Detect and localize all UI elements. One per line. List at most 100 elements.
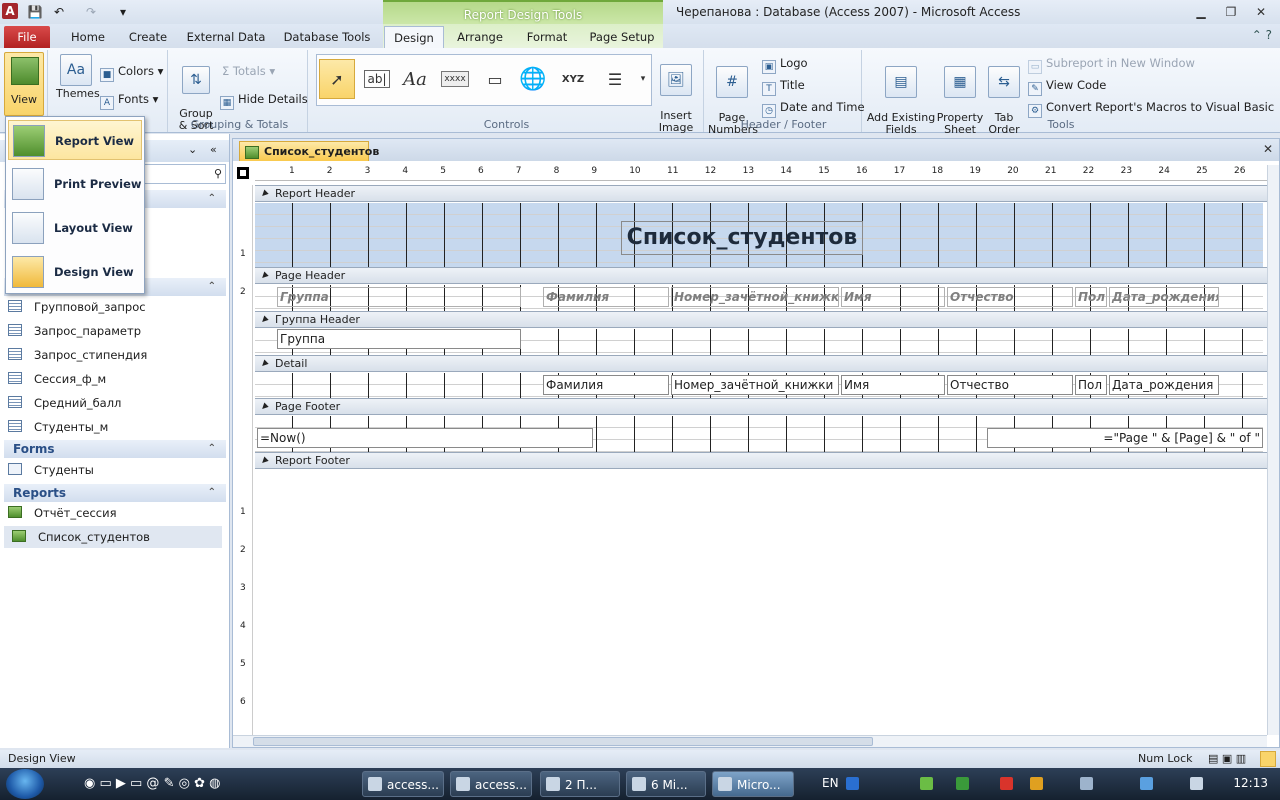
tray-icon[interactable] [1000,777,1013,790]
subreport-window-button[interactable]: ▭ Subreport in New Window [1028,54,1195,74]
nav-section-reports[interactable]: Reports ⌃ [4,484,226,502]
report-header-section[interactable]: Список_студентов [255,203,1263,267]
tab-page-setup[interactable]: Page Setup [586,26,658,48]
undo-icon[interactable]: ↶ [50,3,68,21]
textbox-control-icon[interactable]: ab| [359,59,395,99]
tab-arrange[interactable]: Arrange [450,26,510,48]
nav-item-query[interactable]: Групповой_запрос [8,296,146,318]
nav-item-report[interactable]: Отчёт_сессия [8,502,117,524]
select-pointer-icon[interactable]: ➚ [319,59,355,99]
help-tray-icon[interactable] [846,777,859,790]
tray-icon[interactable] [956,777,969,790]
menu-layout-view[interactable]: Layout View [8,208,142,248]
network-icon[interactable] [1140,777,1153,790]
tab-external-data[interactable]: External Data [184,26,268,48]
logo-button[interactable]: ▣ Logo [762,54,808,74]
close-document-icon[interactable]: ✕ [1263,142,1273,156]
detail-section[interactable]: Фамилия Номер_зачётной_книжки Имя Отчест… [255,373,1263,399]
totals-button[interactable]: Σ Totals ▾ [222,62,275,80]
restore-icon[interactable]: ❐ [1218,2,1244,22]
page-footer-section[interactable]: =Now() ="Page " & [Page] & " of " [255,416,1263,452]
label-surname[interactable]: Фамилия [543,287,669,307]
language-indicator[interactable]: EN [822,776,839,790]
nav-item-query[interactable]: Средний_балл [8,392,121,414]
nav-menu-chevron-icon[interactable]: ⌄ [188,143,197,156]
tab-create[interactable]: Create [122,26,174,48]
tab-design[interactable]: Design [384,26,444,48]
view-code-button[interactable]: ✎ View Code [1028,76,1106,96]
convert-macros-button[interactable]: ⚙ Convert Report's Macros to Visual Basic [1028,98,1274,118]
label-control-icon[interactable]: Aa [397,59,433,99]
tab-home[interactable]: Home [62,26,114,48]
band-page-header[interactable]: Page Header [255,267,1267,284]
horizontal-ruler[interactable]: 1 2 3 4 5 6 7 8 9 10 11 12 13 14 15 16 17 18 19 20 21 22 23 24 2… [255,165,1267,181]
view-switch-icons[interactable]: ▤ ▣ ▥ [1208,750,1246,768]
view-button[interactable]: View [4,52,44,116]
nav-item-query[interactable]: Студенты_м [8,416,108,438]
document-tab[interactable]: Список_студентов [239,141,379,161]
save-icon[interactable]: 💾 [26,3,44,21]
select-report-box[interactable] [237,167,249,179]
close-icon[interactable]: ✕ [1248,2,1274,22]
nav-section-forms[interactable]: Forms ⌃ [4,440,226,458]
tab-control-icon[interactable]: ▭ [477,59,513,99]
menu-design-view[interactable]: Design View [8,252,142,292]
insert-image-button[interactable]: 🖼 Insert Image [654,52,698,134]
report-title-label[interactable]: Список_студентов [621,221,863,255]
nav-item-query[interactable]: Запрос_стипендия [8,344,147,366]
band-report-footer[interactable]: Report Footer [255,452,1267,469]
tab-database-tools[interactable]: Database Tools [280,26,374,48]
group-header-section[interactable]: Группа [255,329,1263,355]
date-time-button[interactable]: ◷ Date and Time [762,98,865,118]
nav-search-input[interactable]: ⚲ [140,164,226,184]
taskbar-item-active[interactable]: Micro... [712,771,794,797]
menu-print-preview[interactable]: Print Preview [8,164,142,204]
field-record-book[interactable]: Номер_зачётной_книжки [671,375,839,395]
label-record-book[interactable]: Номер_зачётной_книжки [671,287,839,307]
vertical-ruler[interactable]: 1 2 1 2 3 4 5 6 [235,185,253,739]
minimize-icon[interactable]: ▁ [1188,2,1214,22]
quick-launch-icons[interactable]: ◉ ▭ ▶ ▭ @ ✎ ◎ ✿ ◍ [84,776,220,791]
label-patronymic[interactable]: Отчество [947,287,1073,307]
taskbar-item[interactable]: access... [362,771,444,797]
themes-button[interactable]: Aa Themes [56,54,100,100]
nav-item-query[interactable]: Запрос_параметр [8,320,141,342]
tab-format[interactable]: Format [520,26,574,48]
tray-icon[interactable] [1190,777,1203,790]
fonts-button[interactable]: A Fonts ▾ [100,90,158,110]
nav-item-query[interactable]: Сессия_ф_м [8,368,106,390]
band-report-header[interactable]: Report Header [255,185,1267,202]
clock[interactable]: 12:13 [1233,776,1268,790]
field-patronymic[interactable]: Отчество [947,375,1073,395]
tray-icon[interactable] [920,777,933,790]
field-surname[interactable]: Фамилия [543,375,669,395]
title-button[interactable]: T Title [762,76,805,96]
field-now[interactable]: =Now() [257,428,593,448]
tab-file[interactable]: File [4,26,50,48]
colors-button[interactable]: ■ Colors ▾ [100,62,163,82]
help-icon[interactable]: ⌃ ? [1252,28,1272,42]
taskbar-item[interactable]: 6 Mi... [626,771,706,797]
list-control-icon[interactable]: ☰ [597,59,633,99]
field-group[interactable]: Группа [277,329,521,349]
menu-report-view[interactable]: Report View [8,120,142,160]
label-gender[interactable]: Пол [1075,287,1107,307]
label-group[interactable]: Группа [277,287,521,307]
nav-item-form[interactable]: Студенты [8,459,94,481]
button-control-icon[interactable]: xxxx [437,59,473,99]
nav-item-report-selected[interactable]: Список_студентов [4,526,222,548]
volume-icon[interactable] [1080,777,1093,790]
label-birthdate[interactable]: Дата_рождения [1109,287,1219,307]
navigation-control-icon[interactable]: XYZ [555,59,591,99]
access-app-icon[interactable]: A [2,3,18,19]
tray-icon[interactable] [1030,777,1043,790]
hyperlink-control-icon[interactable]: 🌐 [515,59,551,99]
field-birthdate[interactable]: Дата_рождения [1109,375,1219,395]
field-name[interactable]: Имя [841,375,945,395]
hide-details-button[interactable]: ▦ Hide Details [220,90,308,110]
label-name[interactable]: Имя [841,287,945,307]
design-view-switch-icon[interactable] [1260,751,1276,767]
nav-collapse-icon[interactable]: « [210,143,217,156]
horizontal-scrollbar[interactable] [233,735,1267,747]
start-button[interactable] [6,769,44,799]
